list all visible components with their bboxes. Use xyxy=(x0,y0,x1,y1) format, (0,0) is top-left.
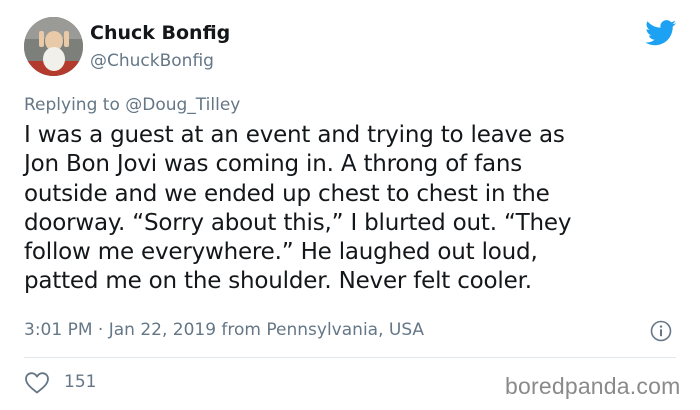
reply-mention-link[interactable]: @Doug_Tilley xyxy=(125,95,240,115)
author-handle[interactable]: @ChuckBonfig xyxy=(90,51,214,71)
source-watermark: boredpanda.com xyxy=(505,373,681,399)
author-display-name[interactable]: Chuck Bonfig xyxy=(90,22,230,44)
tweet-text-line: doorway. “Sorry about this,” I blurted o… xyxy=(24,209,572,236)
tweet-text-line: outside and we ended up chest to chest i… xyxy=(24,180,550,207)
tweet-text: I was a guest at an event and trying to … xyxy=(24,121,674,297)
divider xyxy=(24,357,676,358)
reply-context: Replying to @Doug_Tilley xyxy=(24,95,240,115)
reply-prefix: Replying to xyxy=(24,95,126,115)
tweet-text-line: patted me on the shoulder. Never felt co… xyxy=(24,268,532,295)
heart-icon[interactable] xyxy=(24,371,50,395)
avatar[interactable] xyxy=(24,17,83,76)
tweet-timestamp[interactable]: 3:01 PM · Jan 22, 2019 from Pennsylvania… xyxy=(24,320,424,340)
tweet-text-line: Jon Bon Jovi was coming in. A throng of … xyxy=(24,151,523,178)
info-icon[interactable] xyxy=(650,320,672,342)
like-count: 151 xyxy=(64,372,97,392)
tweet-text-line: follow me everywhere.” He laughed out lo… xyxy=(24,239,538,266)
tweet-card: Chuck Bonfig @ChuckBonfig Replying to @D… xyxy=(0,0,700,410)
tweet-text-line: I was a guest at an event and trying to … xyxy=(24,122,565,148)
twitter-bird-icon[interactable] xyxy=(645,20,677,46)
